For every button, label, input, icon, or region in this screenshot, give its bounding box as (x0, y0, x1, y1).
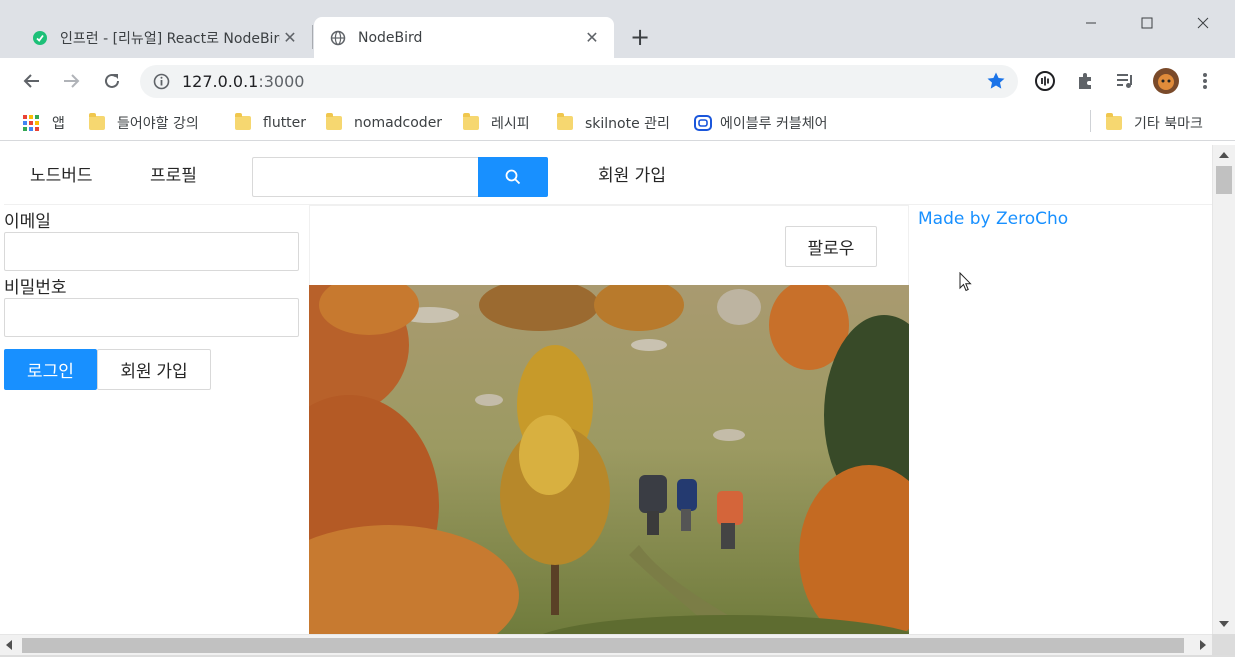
menu-item-home[interactable]: 노드버드 (30, 161, 93, 186)
media-control-icon[interactable] (1113, 69, 1137, 93)
horizontal-scrollbar[interactable] (0, 634, 1212, 655)
bookmark-folder[interactable]: skilnote 관리 (557, 112, 670, 134)
window-close-icon (1197, 17, 1209, 29)
made-by-link[interactable]: Made by ZeroCho (918, 209, 1068, 229)
search-button[interactable] (478, 157, 548, 197)
forward-button[interactable] (56, 66, 86, 96)
minimize-icon (1086, 22, 1096, 24)
close-icon[interactable]: ✕ (582, 28, 602, 47)
search-input[interactable] (252, 157, 478, 197)
kebab-menu-icon (1203, 73, 1207, 89)
bookmark-label: nomadcoder (354, 115, 443, 131)
folder-icon (1106, 113, 1122, 130)
window-close-button[interactable] (1180, 8, 1226, 38)
bookmark-label: 기타 북마크 (1134, 116, 1203, 132)
puzzle-icon (1079, 73, 1091, 89)
search-box (252, 157, 548, 197)
menu-button[interactable] (1193, 69, 1217, 93)
bookmark-apps[interactable]: 앱 (22, 112, 65, 134)
bookmark-folder[interactable]: 들어야할 강의 (89, 112, 199, 134)
bookmark-label: 레시피 (491, 116, 530, 132)
autumn-hikers-photo (309, 285, 909, 635)
bookmark-separator (1090, 110, 1091, 132)
url-host: 127.0.0.1 (182, 72, 259, 91)
close-icon[interactable]: ✕ (280, 28, 300, 47)
bookmark-ablue[interactable]: 에이블루 커블체어 (694, 112, 828, 134)
folder-icon (557, 113, 573, 130)
follow-button[interactable]: 팔로우 (785, 226, 877, 267)
page-content: 노드버드 프로필 회원 가입 이메일 비밀번호 로그인 회원 가입 팔로우 Ma… (4, 145, 1212, 635)
bookmark-star-icon[interactable] (986, 71, 1006, 91)
tab-nodebird[interactable]: NodeBird ✕ (314, 17, 614, 58)
scroll-left-icon[interactable] (6, 640, 12, 650)
maximize-icon (1141, 17, 1153, 29)
scrollbar-corner (1212, 634, 1235, 657)
bookmark-label: 에이블루 커블체어 (720, 116, 828, 132)
scroll-thumb[interactable] (22, 638, 1184, 653)
email-label: 이메일 (4, 212, 51, 232)
tab-inflearn[interactable]: 인프런 - [리뉴얼] React로 NodeBird ✕ (16, 17, 312, 58)
tab-strip: 인프런 - [리뉴얼] React로 NodeBird ✕ NodeBird ✕… (0, 0, 1235, 58)
reload-icon (105, 73, 119, 88)
minimize-button[interactable] (1068, 8, 1114, 38)
extensions-icon[interactable] (1073, 69, 1097, 93)
back-button[interactable] (17, 66, 47, 96)
ext-sound-icon[interactable] (1033, 69, 1057, 93)
tab-title: 인프런 - [리뉴얼] React로 NodeBird (60, 30, 280, 47)
bookmark-folder[interactable]: nomadcoder (326, 112, 442, 134)
post-card: 팔로우 (309, 205, 909, 635)
bookmark-folder[interactable]: 레시피 (463, 112, 530, 134)
login-button[interactable]: 로그인 (4, 349, 97, 390)
address-bar[interactable]: 127.0.0.1:3000 (140, 65, 1018, 98)
password-label: 비밀번호 (4, 278, 67, 298)
reload-button[interactable] (97, 66, 127, 96)
arrow-left-icon (23, 74, 39, 88)
password-field[interactable] (4, 298, 299, 337)
bookmark-folder[interactable]: flutter (235, 112, 306, 134)
arrow-right-icon (64, 74, 80, 88)
folder-icon (326, 113, 342, 130)
post-image[interactable] (309, 285, 909, 635)
signup-button[interactable]: 회원 가입 (97, 349, 211, 390)
chrome-divider (0, 140, 1235, 141)
bookmark-label: flutter (263, 115, 307, 131)
bookmark-folder-other[interactable]: 기타 북마크 (1106, 112, 1203, 134)
inflearn-icon (33, 30, 47, 45)
vertical-scrollbar[interactable] (1212, 145, 1235, 634)
globe-icon (330, 30, 346, 45)
new-tab-button[interactable]: + (626, 24, 654, 52)
apps-grid-icon (23, 115, 39, 131)
folder-icon (463, 113, 479, 130)
mouse-cursor-icon (959, 272, 972, 292)
playlist-icon (1117, 74, 1132, 88)
tab-title: NodeBird (358, 29, 423, 46)
info-icon[interactable] (153, 73, 170, 90)
scroll-up-icon[interactable] (1219, 152, 1229, 158)
sound-icon (1035, 71, 1055, 91)
browser-toolbar: 127.0.0.1:3000 (0, 58, 1235, 104)
bookmark-label: 들어야할 강의 (117, 116, 199, 132)
menu-item-signup[interactable]: 회원 가입 (598, 161, 666, 186)
scroll-right-icon[interactable] (1200, 640, 1206, 650)
tab-separator (312, 25, 313, 49)
folder-icon (235, 113, 251, 130)
url-port: :3000 (258, 72, 305, 91)
maximize-button[interactable] (1124, 8, 1170, 38)
search-icon (505, 169, 521, 185)
scroll-thumb[interactable] (1216, 166, 1232, 194)
folder-icon (89, 113, 105, 130)
ablue-icon (694, 115, 712, 131)
avatar[interactable] (1152, 67, 1180, 95)
scroll-down-icon[interactable] (1219, 621, 1229, 627)
menu-item-profile[interactable]: 프로필 (150, 161, 197, 186)
url-text[interactable]: 127.0.0.1:3000 (182, 72, 304, 91)
top-menu: 노드버드 프로필 회원 가입 (4, 145, 1212, 205)
bookmark-label: skilnote 관리 (585, 116, 670, 132)
email-field[interactable] (4, 232, 299, 271)
profile-avatar-icon (1153, 68, 1179, 94)
bookmark-label: 앱 (52, 116, 65, 132)
bookmarks-bar: 앱 들어야할 강의 flutter nomadcoder 레시피 skilnot… (0, 104, 1235, 140)
